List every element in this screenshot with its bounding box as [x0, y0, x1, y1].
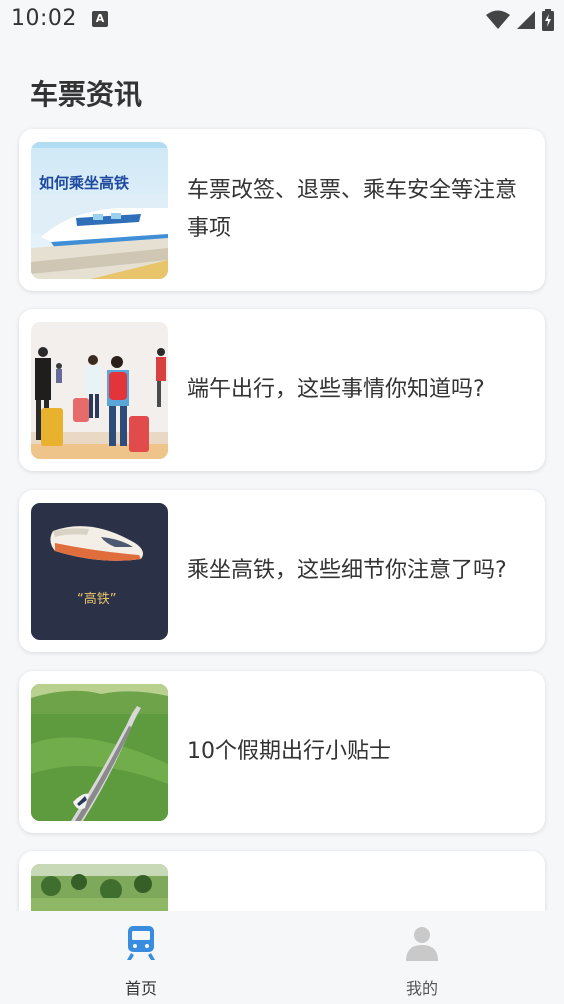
news-title: 乘坐高铁，这些细节你注意了吗? — [187, 558, 507, 583]
status-icons — [486, 8, 554, 32]
news-card[interactable]: 10个假期出行小贴士 — [19, 671, 545, 833]
news-card[interactable]: 如何乘坐高铁 车票改签、退票、乘车安全等注意事项 — [19, 129, 545, 291]
status-bar: 10:02 A — [0, 0, 564, 40]
news-thumbnail: 如何乘坐高铁 — [31, 142, 168, 279]
news-title: 端午出行，这些事情你知道吗? — [187, 377, 485, 402]
train-illustration-image: 如何乘坐高铁 — [31, 142, 168, 279]
page-title: 车票资讯 — [30, 78, 143, 111]
user-icon — [406, 927, 438, 961]
nav-home[interactable]: 首页 — [71, 911, 211, 1004]
news-title: 10个假期出行小贴士 — [187, 739, 391, 764]
news-thumbnail — [31, 684, 168, 821]
train-icon — [127, 926, 155, 960]
wifi-icon — [486, 10, 510, 29]
thumb-text: 如何乘坐高铁 — [39, 174, 129, 192]
status-time: 10:02 — [11, 6, 77, 31]
news-thumbnail: “高铁” — [31, 503, 168, 640]
signal-icon — [517, 11, 535, 29]
train-grassland-image — [31, 684, 168, 821]
screen: 10:02 A 车票资讯 如何乘坐高铁 车票改签、退票、乘车安全等注意事项 端午… — [0, 0, 564, 1004]
news-card[interactable]: 端午出行，这些事情你知道吗? — [19, 309, 545, 471]
nav-home-label: 首页 — [124, 979, 157, 998]
bottom-nav: 首页 我的 — [0, 911, 564, 1004]
travelers-image — [31, 322, 168, 459]
news-title: 车票改签、退票、乘车安全等注意事项 — [187, 178, 518, 241]
news-thumbnail — [31, 322, 168, 459]
news-card[interactable]: “高铁” 乘坐高铁，这些细节你注意了吗? — [19, 490, 545, 652]
battery-icon — [542, 9, 554, 31]
nav-mine[interactable]: 我的 — [352, 911, 492, 1004]
nav-mine-label: 我的 — [405, 979, 438, 998]
bullet-train-image: “高铁” — [31, 503, 168, 640]
thumb-text: “高铁” — [77, 591, 116, 607]
a-icon: A — [92, 11, 108, 27]
